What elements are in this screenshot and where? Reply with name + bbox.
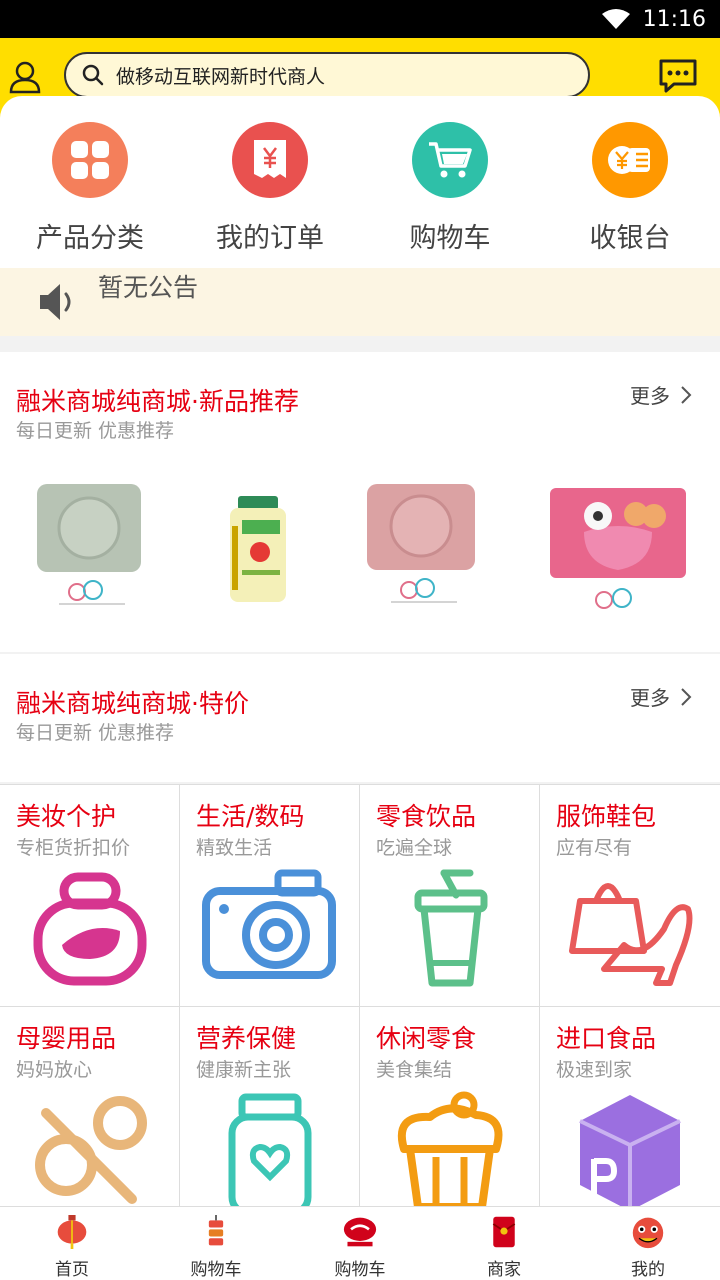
grid-icon xyxy=(52,122,128,198)
camera-icon xyxy=(202,869,336,979)
section-title: 融米商城纯商城·特价 xyxy=(16,689,249,718)
search-icon xyxy=(82,64,104,86)
category-title: 美妆个护 xyxy=(16,802,117,831)
status-time: 11:16 xyxy=(642,6,706,32)
more-link[interactable]: 更多 xyxy=(630,682,692,711)
product-image[interactable] xyxy=(218,490,298,610)
cupcake-icon xyxy=(397,1091,503,1211)
speaker-icon xyxy=(40,284,71,320)
perfume-icon xyxy=(33,872,147,986)
section-subtitle: 每日更新 优惠推荐 xyxy=(16,722,175,744)
more-link[interactable]: 更多 xyxy=(630,380,692,409)
receipt-icon xyxy=(232,122,308,198)
category-title: 生活/数码 xyxy=(196,802,305,831)
wallet-icon xyxy=(592,122,668,198)
notice-text: 暂无公告 xyxy=(98,273,199,302)
category-leisure-snacks[interactable]: 休闲零食 美食集结 xyxy=(360,1007,540,1229)
chevron-right-icon xyxy=(681,385,692,404)
chevron-right-icon xyxy=(681,687,692,706)
category-subtitle: 专柜货折扣价 xyxy=(16,837,131,859)
category-baby[interactable]: 母婴用品 妈妈放心 xyxy=(0,1007,180,1229)
product-list xyxy=(0,470,720,630)
category-subtitle: 极速到家 xyxy=(556,1059,633,1081)
tab-cart-2[interactable]: 购物车 xyxy=(288,1207,432,1280)
search-placeholder: 做移动互联网新时代商人 xyxy=(116,65,326,88)
quick-actions: 产品分类 我的订单 购物车 收银台 xyxy=(0,96,720,268)
drink-cup-icon xyxy=(414,869,488,987)
search-bar[interactable]: 做移动互联网新时代商人 xyxy=(64,52,590,98)
import-box-icon xyxy=(579,1095,681,1211)
category-grid: 美妆个护 专柜货折扣价 生活/数码 精致生活 零食饮品 吃遍全球 服饰鞋包 应有… xyxy=(0,784,720,1229)
quick-action-orders[interactable]: 我的订单 xyxy=(180,96,360,268)
category-title: 母婴用品 xyxy=(16,1024,117,1053)
quick-action-label: 产品分类 xyxy=(36,223,144,254)
tab-label: 购物车 xyxy=(334,1260,386,1280)
category-subtitle: 应有尽有 xyxy=(556,837,633,859)
tab-merchant[interactable]: 商家 xyxy=(432,1207,576,1280)
message-icon[interactable] xyxy=(658,58,698,94)
category-title: 零食饮品 xyxy=(376,802,477,831)
product-image[interactable] xyxy=(33,480,153,620)
red-envelope-icon xyxy=(492,1216,516,1248)
category-subtitle: 精致生活 xyxy=(196,837,273,859)
category-beauty[interactable]: 美妆个护 专柜货折扣价 xyxy=(0,785,180,1007)
category-subtitle: 美食集结 xyxy=(376,1059,453,1081)
quick-action-category[interactable]: 产品分类 xyxy=(0,96,180,268)
category-title: 进口食品 xyxy=(556,1024,657,1053)
section-new-products: 融米商城纯商城·新品推荐 每日更新 优惠推荐 更多 xyxy=(0,352,720,652)
quick-action-label: 收银台 xyxy=(589,223,671,254)
quick-action-checkout[interactable]: 收银台 xyxy=(540,96,720,268)
category-title: 休闲零食 xyxy=(376,1024,477,1053)
category-digital[interactable]: 生活/数码 精致生活 xyxy=(180,785,360,1007)
brand-logo-icon xyxy=(343,1217,377,1247)
tab-mine[interactable]: 我的 xyxy=(576,1207,720,1280)
category-imported-food[interactable]: 进口食品 极速到家 xyxy=(540,1007,720,1229)
category-subtitle: 吃遍全球 xyxy=(376,837,453,859)
tab-label: 购物车 xyxy=(190,1260,242,1280)
quick-action-label: 购物车 xyxy=(409,223,491,254)
tab-label: 我的 xyxy=(631,1260,665,1280)
category-health[interactable]: 营养保健 健康新主张 xyxy=(180,1007,360,1229)
supplement-jar-icon xyxy=(228,1093,312,1215)
more-label: 更多 xyxy=(630,384,670,408)
user-icon[interactable] xyxy=(8,60,42,94)
tab-label: 商家 xyxy=(487,1260,521,1280)
more-label: 更多 xyxy=(630,686,670,710)
category-snacks-drinks[interactable]: 零食饮品 吃遍全球 xyxy=(360,785,540,1007)
product-image[interactable] xyxy=(548,480,688,620)
cart-icon xyxy=(412,122,488,198)
category-title: 服饰鞋包 xyxy=(556,802,657,831)
wifi-icon xyxy=(601,9,630,29)
lantern-icon xyxy=(57,1215,87,1249)
firecracker-icon xyxy=(208,1215,224,1246)
quick-action-label: 我的订单 xyxy=(216,223,324,254)
bottom-tab-bar: 首页 购物车 购物车 商家 我的 xyxy=(0,1206,720,1280)
bag-shoe-icon xyxy=(569,883,693,986)
category-fashion[interactable]: 服饰鞋包 应有尽有 xyxy=(540,785,720,1007)
section-special-price: 融米商城纯商城·特价 每日更新 优惠推荐 更多 xyxy=(0,654,720,782)
pacifier-icon xyxy=(35,1096,147,1204)
category-subtitle: 妈妈放心 xyxy=(16,1059,93,1081)
category-title: 营养保健 xyxy=(196,1024,297,1053)
tab-label: 首页 xyxy=(55,1260,89,1280)
lion-head-icon xyxy=(632,1217,664,1249)
tab-home[interactable]: 首页 xyxy=(0,1207,144,1280)
category-subtitle: 健康新主张 xyxy=(196,1059,292,1081)
section-subtitle: 每日更新 优惠推荐 xyxy=(16,420,175,442)
status-bar: 11:16 xyxy=(0,0,720,38)
section-title: 融米商城纯商城·新品推荐 xyxy=(16,387,299,416)
quick-action-cart[interactable]: 购物车 xyxy=(360,96,540,268)
product-image[interactable] xyxy=(363,480,483,620)
tab-cart-1[interactable]: 购物车 xyxy=(144,1207,288,1280)
